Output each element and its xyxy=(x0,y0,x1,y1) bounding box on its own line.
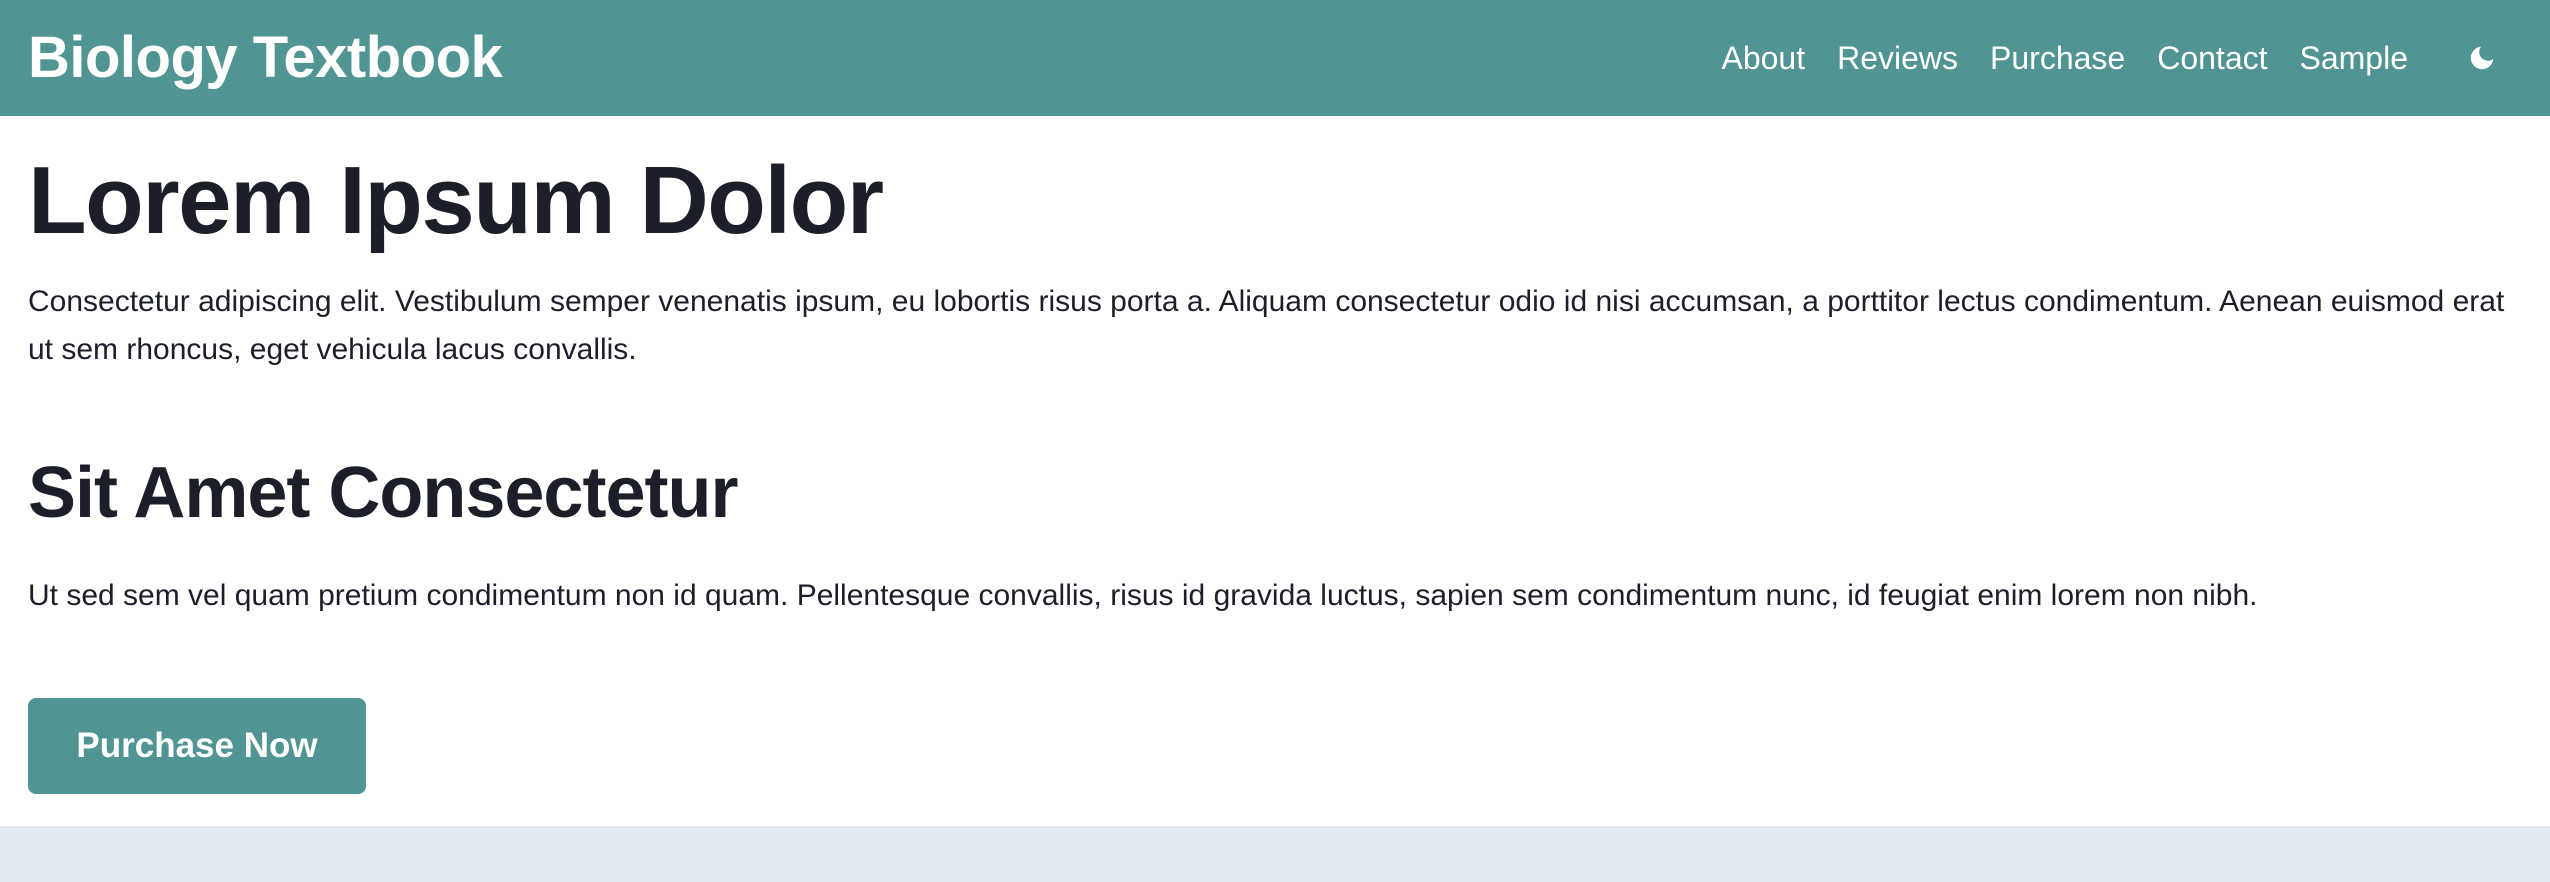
brand-logo-link[interactable]: Biology Textbook xyxy=(28,29,503,87)
footer-background xyxy=(0,826,2550,882)
main-content: Lorem Ipsum Dolor Consectetur adipiscing… xyxy=(0,116,2550,826)
nav-link-sample[interactable]: Sample xyxy=(2300,42,2409,74)
intro-paragraph: Consectetur adipiscing elit. Vestibulum … xyxy=(28,285,2505,366)
nav-links: About Reviews Purchase Contact Sample xyxy=(1689,0,2522,116)
nav-link-reviews[interactable]: Reviews xyxy=(1837,42,1958,74)
nav-link-contact[interactable]: Contact xyxy=(2157,42,2267,74)
nav-link-purchase[interactable]: Purchase xyxy=(1990,42,2125,74)
section-heading: Sit Amet Consectetur xyxy=(28,453,738,533)
theme-toggle-button[interactable] xyxy=(2464,40,2500,76)
moon-icon xyxy=(2470,46,2494,70)
purchase-now-button[interactable]: Purchase Now xyxy=(28,698,366,794)
nav-link-about[interactable]: About xyxy=(1721,42,1805,74)
top-navbar: Biology Textbook About Reviews Purchase … xyxy=(0,0,2550,116)
section-paragraph: Ut sed sem vel quam pretium condimentum … xyxy=(28,579,2258,612)
page-title: Lorem Ipsum Dolor xyxy=(28,147,884,254)
